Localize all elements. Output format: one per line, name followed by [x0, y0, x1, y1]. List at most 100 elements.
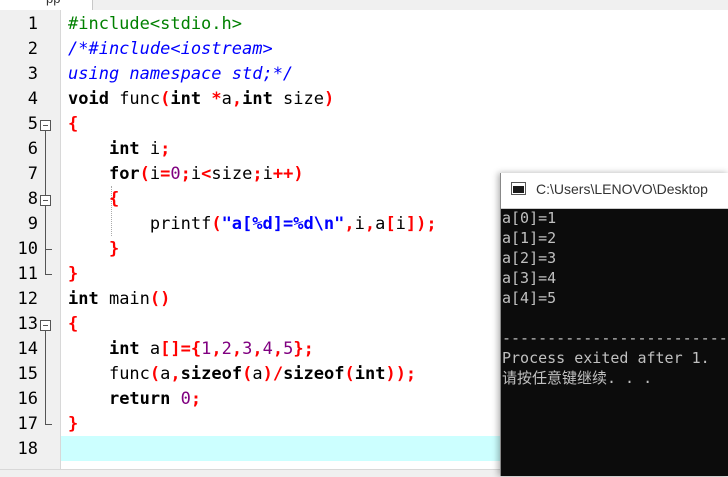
- symbol: }: [108, 239, 120, 259]
- code-line: {: [68, 312, 78, 337]
- symbol: ,: [344, 214, 355, 234]
- line-number: 1: [27, 14, 38, 34]
- line-number: 13: [17, 314, 38, 334]
- code-line: int main(): [68, 287, 170, 312]
- identifier: i: [262, 164, 273, 184]
- code-line: return 0;: [68, 387, 201, 412]
- comment: using namespace std;*/: [68, 64, 294, 84]
- line-number: 7: [27, 164, 38, 184]
- console-window[interactable]: C:\Users\LENOVO\Desktop a[0]=1 a[1]=2 a[…: [500, 173, 728, 476]
- identifier: printf: [149, 214, 212, 234]
- fold-toggle-icon[interactable]: [40, 195, 51, 206]
- symbol: ++): [272, 164, 304, 184]
- code-line: /*#include<iostream>: [68, 37, 273, 62]
- fold-end-marker: [45, 249, 52, 250]
- identifier: i: [139, 139, 161, 159]
- identifier: i: [149, 164, 161, 184]
- keyword: int: [68, 289, 99, 309]
- symbol: ;: [190, 389, 202, 409]
- console-line: a[0]=1: [502, 209, 557, 227]
- identifier: main: [98, 289, 150, 309]
- number-literal: 0: [170, 389, 191, 409]
- symbol: (: [139, 164, 150, 184]
- line-number: 10: [17, 239, 38, 259]
- symbol: (): [149, 289, 171, 309]
- console-window-icon: [511, 182, 526, 195]
- symbol: (: [242, 364, 253, 384]
- symbol: )/: [262, 364, 284, 384]
- code-line: func(a,sizeof(a)/sizeof(int));: [68, 362, 416, 387]
- line-number: 15: [17, 364, 38, 384]
- identifier: i: [354, 214, 365, 234]
- number-literal: 0: [170, 164, 181, 184]
- identifier: a: [160, 364, 171, 384]
- console-separator: --------------------------------: [502, 329, 728, 347]
- symbol: {: [108, 189, 120, 209]
- string-literal: "a[%d]=%d\n": [221, 214, 345, 234]
- fold-end-marker: [45, 424, 52, 425]
- keyword: sizeof: [180, 364, 243, 384]
- fold-guide-line: [45, 331, 46, 425]
- identifier: size: [272, 89, 324, 109]
- symbol: ,: [211, 339, 222, 359]
- symbol: ,: [272, 339, 284, 359]
- line-number: 9: [27, 214, 38, 234]
- console-title-bar[interactable]: C:\Users\LENOVO\Desktop: [501, 173, 728, 209]
- line-number: 12: [17, 289, 38, 309]
- line-number: 5: [27, 114, 38, 134]
- file-tab[interactable]: pp: [0, 0, 93, 10]
- code-line: }: [68, 262, 78, 287]
- keyword: int: [108, 339, 140, 359]
- symbol: (: [344, 364, 355, 384]
- symbol: (: [160, 89, 171, 109]
- symbol: ]);: [405, 214, 437, 234]
- number-literal: 2: [221, 339, 232, 359]
- fold-toggle-icon[interactable]: [40, 320, 51, 331]
- comment: /*#include<iostream>: [68, 39, 273, 59]
- symbol: (: [149, 364, 161, 384]
- code-line: int a[]={1,2,3,4,5};: [68, 337, 314, 362]
- symbol: []={: [160, 339, 202, 359]
- symbol: <: [201, 164, 212, 184]
- code-line: using namespace std;*/: [68, 62, 293, 87]
- console-line: Process exited after 1.: [502, 349, 710, 367]
- line-number: 8: [27, 189, 38, 209]
- line-number: 3: [27, 64, 38, 84]
- keyword: int: [170, 89, 202, 109]
- symbol: ));: [385, 364, 417, 384]
- editor-tab-strip: pp: [0, 0, 728, 10]
- symbol: ,: [170, 364, 181, 384]
- symbol: ,: [364, 214, 376, 234]
- keyword: int: [354, 364, 386, 384]
- identifier: a: [139, 339, 161, 359]
- fold-toggle-icon[interactable]: [40, 120, 51, 131]
- symbol: ;: [180, 164, 191, 184]
- number-literal: 3: [242, 339, 253, 359]
- identifier: size: [211, 164, 253, 184]
- code-line: printf("a[%d]=%d\n",i,a[i]);: [68, 212, 437, 237]
- line-number: 6: [27, 139, 38, 159]
- symbol: ;: [160, 139, 171, 159]
- identifier: a: [221, 89, 232, 109]
- symbol: ,: [231, 339, 243, 359]
- identifier: i: [395, 214, 406, 234]
- console-output[interactable]: a[0]=1 a[1]=2 a[2]=3 a[3]=4 a[4]=5 -----…: [501, 208, 728, 476]
- console-line: a[1]=2: [502, 229, 557, 247]
- line-number: 18: [17, 439, 38, 459]
- symbol: ): [324, 89, 335, 109]
- preprocessor-directive: #include<stdio.h>: [68, 14, 242, 34]
- line-number: 2: [27, 39, 38, 59]
- code-line: }: [68, 237, 119, 262]
- keyword: void: [68, 89, 109, 109]
- keyword: int: [242, 89, 273, 109]
- symbol: }: [68, 264, 79, 284]
- keyword: sizeof: [283, 364, 345, 384]
- number-literal: 1: [201, 339, 212, 359]
- line-number: 4: [27, 89, 38, 109]
- symbol: };: [293, 339, 314, 359]
- console-line: a[2]=3: [502, 249, 557, 267]
- line-number: 16: [17, 389, 38, 409]
